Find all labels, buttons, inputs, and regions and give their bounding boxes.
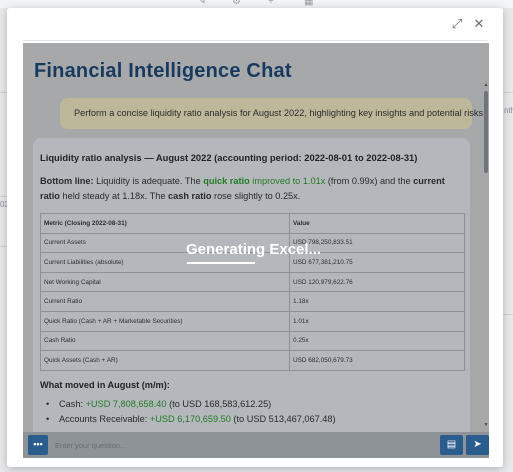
spreadsheet-icon: ▤ xyxy=(446,439,457,450)
bottom-line-paragraph: Bottom line: Liquidity is adequate. The … xyxy=(40,174,465,203)
send-button[interactable]: ➤ xyxy=(466,435,489,455)
moved-heading: What moved in August (m/m): xyxy=(40,380,170,390)
value-cell: 0.25x xyxy=(289,330,465,352)
settings-icon: ⚙ xyxy=(232,0,241,7)
close-icon[interactable]: ✕ xyxy=(472,17,486,31)
table-header-row: Metric (Closing 2022-08-31) Value xyxy=(40,213,465,234)
moved-list: Cash: +USD 7,808,658.40 (to USD 168,583,… xyxy=(46,397,336,427)
metric-cell: Cash Ratio xyxy=(40,330,290,352)
chat-title: Financial Intelligence Chat xyxy=(34,60,292,82)
metric-cell: Net Working Capital xyxy=(40,271,290,293)
background-divider xyxy=(503,314,513,315)
assistant-message: Liquidity ratio analysis — August 2022 (… xyxy=(33,138,470,458)
table-row: Cash Ratio 0.25x xyxy=(40,330,465,352)
expand-icon[interactable]: ⤢ xyxy=(450,17,464,31)
table-row: Quick Ratio (Cash + AR + Marketable Secu… xyxy=(40,310,465,332)
value-cell: USD 682,050,679.73 xyxy=(289,350,465,371)
bottom-line-text: (from 0.99x) and the xyxy=(325,176,414,186)
table-header-value: Value xyxy=(289,213,465,234)
scroll-down-arrow[interactable]: ▼ xyxy=(483,423,489,428)
value-cell: USD 120,979,622.76 xyxy=(289,271,465,293)
background-divider xyxy=(503,92,513,93)
background-divider xyxy=(0,196,7,197)
send-icon: ➤ xyxy=(473,439,482,450)
quick-ratio-change: improved to 1.01x xyxy=(249,176,326,186)
list-item: Accounts Receivable: +USD 6,170,659.50 (… xyxy=(46,412,336,427)
more-options-button[interactable]: ••• xyxy=(28,435,48,455)
chat-scrollbar[interactable]: ▲ ▼ xyxy=(483,83,489,428)
item-label: Accounts Receivable: xyxy=(59,413,150,424)
grid-icon: ▦ xyxy=(304,0,314,7)
question-input[interactable] xyxy=(53,435,411,455)
metric-cell: Current Ratio xyxy=(40,291,290,312)
metric-cell: Quick Ratio (Cash + AR + Marketable Secu… xyxy=(40,310,290,332)
bottom-line-text: rose slightly to 0.25x. xyxy=(211,190,301,201)
quick-ratio-label: quick ratio xyxy=(203,176,250,186)
add-icon: + xyxy=(268,0,274,7)
table-row: Net Working Capital USD 120,979,622.76 xyxy=(40,271,465,293)
item-change: +USD 6,170,659.50 xyxy=(149,413,231,424)
background-divider xyxy=(0,246,7,247)
value-cell: 1.01x xyxy=(289,310,465,332)
scroll-up-arrow[interactable]: ▲ xyxy=(483,83,489,88)
metric-cell: Quick Assets (Cash + AR) xyxy=(40,350,290,371)
bottom-line-label: Bottom line: xyxy=(40,176,94,186)
progress-bar xyxy=(187,262,255,264)
chat-frame: Financial Intelligence Chat Perform a co… xyxy=(23,43,489,458)
item-label: Cash: xyxy=(59,399,86,409)
excel-export-button[interactable]: ▤ xyxy=(440,435,463,455)
modal-divider xyxy=(23,40,487,41)
bottom-line-text: held steady at 1.18x. The xyxy=(59,190,169,201)
item-rest: (to USD 168,583,612.25) xyxy=(166,399,272,409)
background-divider xyxy=(0,92,7,93)
answer-heading: Liquidity ratio analysis — August 2022 (… xyxy=(40,152,418,163)
generating-status: Generating Excel... xyxy=(186,241,322,258)
table-row: Quick Assets (Cash + AR) USD 682,050,679.… xyxy=(40,350,465,371)
table-header-metric: Metric (Closing 2022-08-31) xyxy=(40,213,290,234)
metrics-table: Metric (Closing 2022-08-31) Value Curren… xyxy=(40,213,465,371)
value-cell: 1.18x xyxy=(289,291,465,312)
chat-input-bar: ••• ▤ ➤ xyxy=(23,432,489,458)
list-item: Cash: +USD 7,808,658.40 (to USD 168,583,… xyxy=(46,397,336,412)
background-toolbar: ✎ ⚙ + ▦ xyxy=(0,0,513,8)
table-row: Current Ratio 1.18x xyxy=(40,291,465,312)
item-rest: (to USD 513,467,067.48) xyxy=(230,413,336,424)
bottom-line-text: Liquidity is adequate. The xyxy=(93,176,204,186)
cash-ratio-label: cash ratio xyxy=(168,190,212,201)
user-message: Perform a concise liquidity ratio analys… xyxy=(60,98,486,129)
background-text: nth xyxy=(504,106,513,115)
item-change: +USD 7,808,658.40 xyxy=(85,399,167,409)
chat-modal: ⤢ ✕ Financial Intelligence Chat Perform … xyxy=(7,8,503,467)
edit-icon: ✎ xyxy=(198,0,207,7)
scroll-thumb[interactable] xyxy=(484,91,488,173)
